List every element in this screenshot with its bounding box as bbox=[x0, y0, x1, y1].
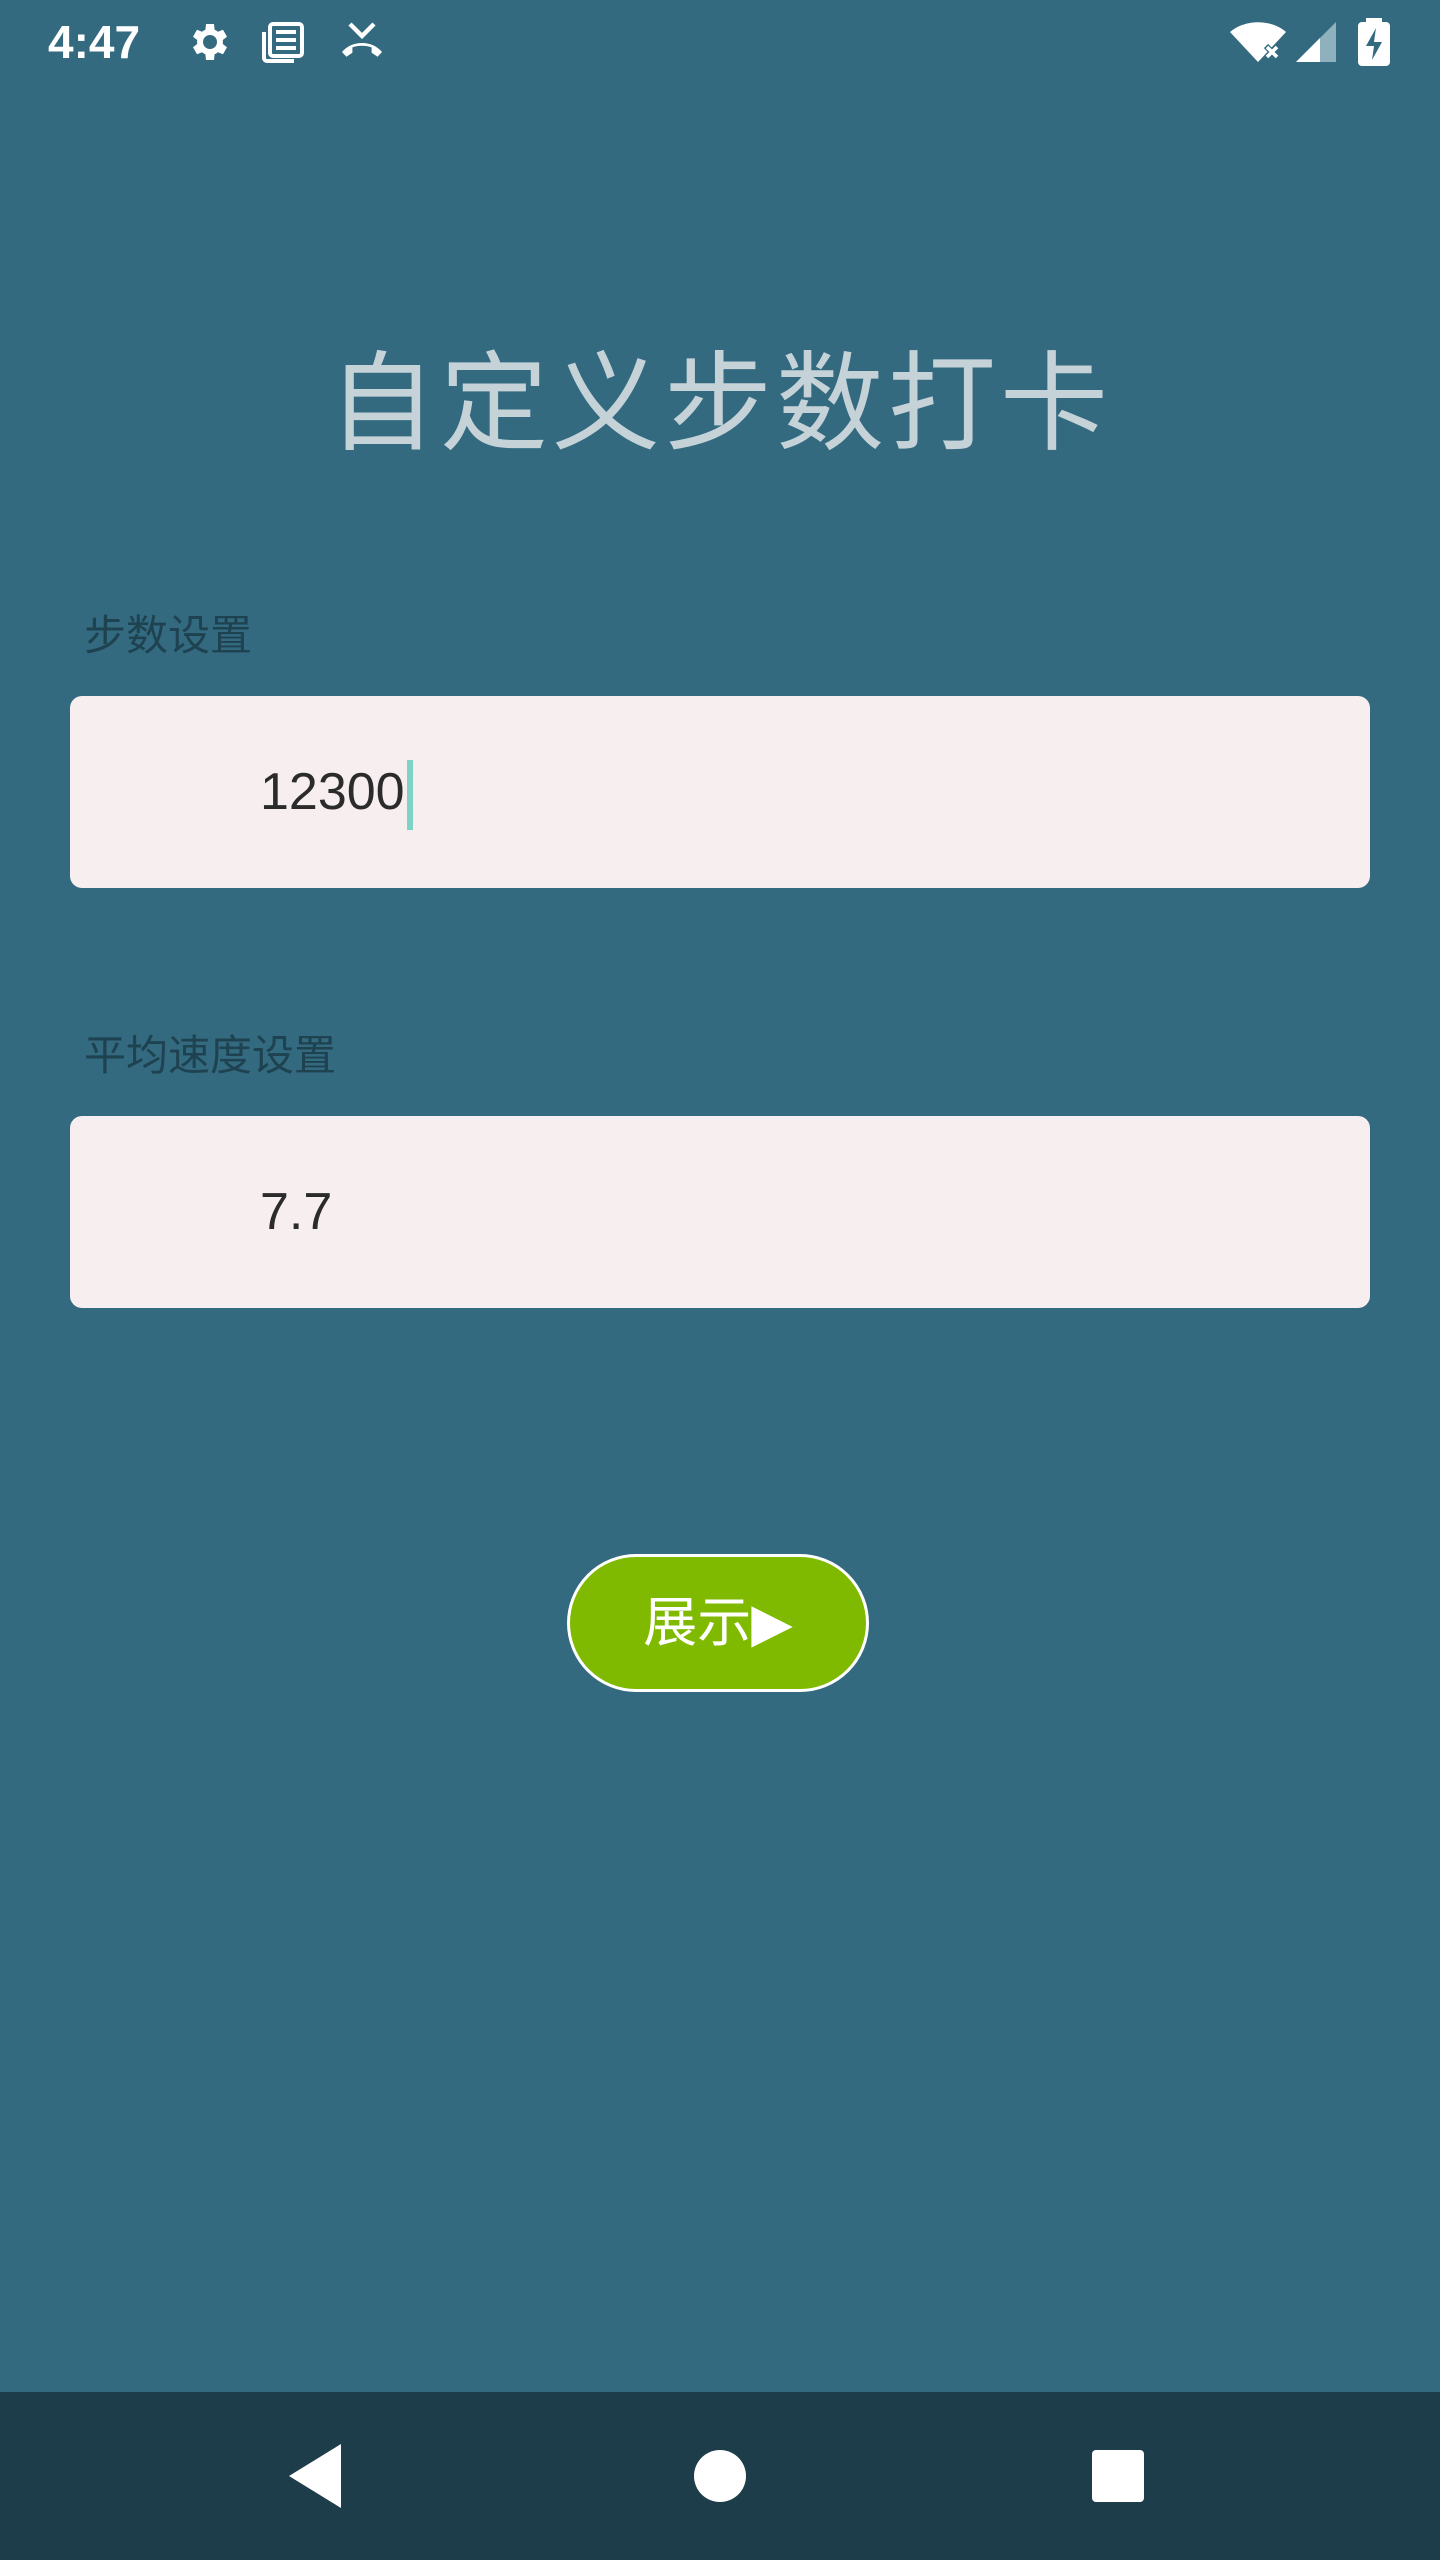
steps-input-value-wrapper: 12300 bbox=[260, 756, 413, 831]
signal-icon bbox=[1296, 22, 1336, 62]
steps-input-value: 12300 bbox=[260, 763, 405, 821]
steps-input[interactable]: 12300 bbox=[70, 696, 1370, 888]
back-icon[interactable] bbox=[277, 2436, 357, 2516]
text-cursor bbox=[406, 760, 413, 831]
status-time: 4:47 bbox=[48, 16, 141, 68]
speed-input[interactable]: 7.7 bbox=[70, 1116, 1370, 1308]
home-icon[interactable] bbox=[680, 2436, 760, 2516]
gear-icon bbox=[193, 24, 227, 60]
status-bar: 4:47 bbox=[0, 0, 1440, 84]
wifi-off-icon bbox=[1230, 22, 1286, 62]
battery-charging-icon bbox=[1358, 18, 1390, 66]
missed-call-icon bbox=[342, 22, 382, 57]
news-icon bbox=[262, 22, 304, 63]
recents-icon[interactable] bbox=[1078, 2436, 1158, 2516]
page-title: 自定义步数打卡 bbox=[327, 342, 1112, 467]
show-button[interactable]: 展示▶ bbox=[567, 1554, 869, 1692]
speed-input-value: 7.7 bbox=[260, 1183, 333, 1241]
speed-label: 平均速度设置 bbox=[84, 1031, 337, 1080]
navigation-bar bbox=[0, 2392, 1440, 2560]
app-screen: 4:47 自定义步数打卡 步数设置 12300 平均速度设置 7.7 展示▶ bbox=[0, 0, 1440, 2560]
steps-label: 步数设置 bbox=[84, 611, 253, 660]
